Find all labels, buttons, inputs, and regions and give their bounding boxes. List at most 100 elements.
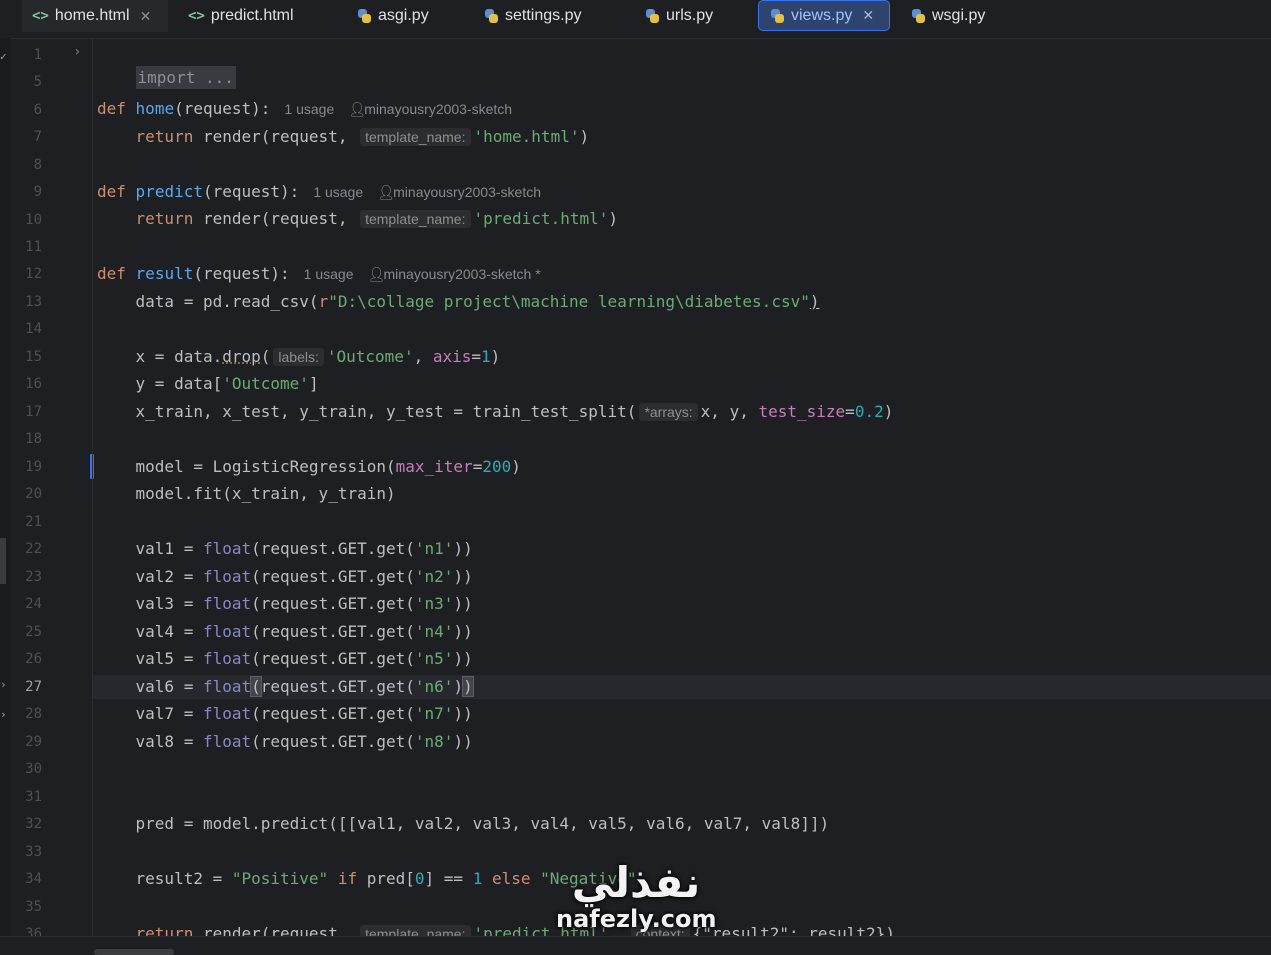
tab-label: wsgi.py	[932, 7, 986, 24]
line-number: 19	[25, 459, 42, 475]
keyword-argument: test_size	[758, 402, 846, 421]
string-literal: 'n5'	[414, 649, 454, 668]
string-literal: "Positive"	[231, 869, 329, 888]
close-icon[interactable]: ✕	[862, 7, 874, 24]
tab-settings-py[interactable]: settings.py	[473, 0, 623, 32]
line-number: 32	[25, 816, 42, 832]
code-text: (request):	[202, 182, 300, 201]
indent-guide	[92, 38, 93, 936]
line-number: 21	[25, 514, 42, 530]
folded-imports[interactable]: import ...	[135, 66, 236, 89]
python-file-icon	[356, 8, 372, 24]
line-number: 26	[25, 651, 42, 667]
code-line: val2 = float(request.GET.get('n2'))	[97, 565, 473, 589]
code-editor[interactable]: import ... def home(request): 1 usage 👤︎mi…	[93, 38, 1271, 943]
code-line: pred = model.predict([[val1, val2, val3,…	[97, 814, 830, 833]
usages-hint[interactable]: 1 usage	[304, 266, 354, 282]
scrollbar-thumb[interactable]	[94, 949, 174, 955]
code-text: model = LogisticRegression(	[97, 457, 396, 476]
number-literal: 1	[472, 869, 483, 888]
usages-hint[interactable]: 1 usage	[284, 101, 334, 117]
keyword: else	[482, 869, 541, 888]
code-text: pred[	[366, 869, 415, 888]
number-literal: 1	[481, 347, 491, 366]
code-line: import ...	[97, 42, 236, 89]
tab-wsgi-py[interactable]: wsgi.py	[900, 0, 1010, 32]
string-literal: 'Outcome'	[326, 347, 414, 366]
python-file-icon	[644, 8, 660, 24]
code-line: val1 = float(request.GET.get('n1'))	[97, 537, 473, 561]
code-text: ))	[453, 567, 473, 586]
editor-tab-bar: <> home.html ✕ <> predict.html asgi.py s…	[0, 0, 1271, 39]
code-text: (request.GET.get(	[251, 622, 415, 641]
person-icon: 👤︎	[367, 266, 386, 282]
keyword-argument: axis	[432, 347, 472, 366]
code-line: val8 = float(request.GET.get('n8'))	[97, 730, 473, 754]
line-number: 34	[25, 871, 42, 887]
code-text: ))	[453, 539, 473, 558]
code-line: x_train, x_test, y_train, y_test = train…	[97, 400, 893, 424]
code-text: =	[174, 649, 203, 668]
code-text: =	[174, 567, 203, 586]
tab-home-html[interactable]: <> home.html ✕	[22, 0, 168, 32]
code-text: (request.GET.get(	[251, 567, 415, 586]
line-number: 25	[25, 624, 42, 640]
string-literal: 'n8'	[414, 732, 454, 751]
chevron-right-icon: ›	[0, 678, 7, 691]
tab-urls-py[interactable]: urls.py	[634, 0, 744, 32]
string-literal: 'n2'	[414, 567, 454, 586]
code-text: data = pd.read_csv(	[97, 292, 319, 311]
variable: val6	[135, 677, 175, 696]
code-line: return render(request, template_name:'ho…	[97, 125, 589, 149]
scroll-marker	[0, 538, 6, 584]
function-name: predict	[135, 182, 203, 201]
code-text: ))	[453, 622, 473, 641]
code-text: (request):	[193, 264, 290, 283]
code-text: (request.GET.get(	[251, 594, 415, 613]
line-number: 30	[25, 761, 42, 777]
fold-expand-icon[interactable]: ›	[73, 44, 81, 60]
code-line: def home(request): 1 usage 👤︎minayousry200…	[97, 97, 512, 121]
line-number: 9	[33, 184, 42, 200]
number-literal: 200	[482, 457, 512, 476]
line-number: 15	[25, 349, 42, 365]
code-text: x_train, x_test, y_train, y_test = train…	[97, 402, 637, 421]
keyword: def	[97, 99, 126, 118]
person-icon: 👤︎	[348, 101, 367, 117]
usages-hint[interactable]: 1 usage	[313, 184, 363, 200]
string-literal: 'Outcome'	[222, 374, 309, 393]
function-name: result	[135, 264, 194, 283]
line-number: 18	[25, 431, 42, 447]
keyword: def	[97, 182, 126, 201]
variable: val1	[135, 539, 175, 558]
person-icon: 👤︎	[377, 184, 395, 200]
code-line: val7 = float(request.GET.get('n7'))	[97, 702, 473, 726]
tab-asgi-py[interactable]: asgi.py	[346, 0, 456, 32]
code-text: (request.GET.get(	[251, 704, 415, 723]
author-hint[interactable]: minayousry2003-sketch	[364, 101, 512, 117]
close-icon[interactable]: ✕	[140, 8, 152, 25]
code-text: ))	[453, 649, 473, 668]
code-text: result2 =	[97, 869, 232, 888]
author-hint[interactable]: minayousry2003-sketch	[393, 184, 541, 200]
tab-views-py[interactable]: views.py ✕	[758, 0, 890, 31]
code-text: )	[511, 457, 521, 476]
horizontal-scrollbar[interactable]	[0, 936, 1271, 955]
keyword: def	[97, 264, 126, 283]
code-text: ,	[413, 347, 433, 366]
code-text: ]	[308, 374, 319, 393]
code-text: )	[490, 347, 501, 366]
line-number: 20	[25, 486, 42, 502]
string-literal: 'n6'	[414, 677, 454, 696]
matched-bracket: )	[462, 676, 474, 697]
author-hint[interactable]: minayousry2003-sketch *	[384, 266, 541, 282]
line-number: 10	[25, 212, 42, 228]
builtin-function: float	[202, 539, 252, 558]
string-literal: 'n3'	[414, 594, 454, 613]
code-text: )	[809, 292, 820, 311]
html-file-icon: <>	[188, 8, 205, 24]
line-number: 23	[25, 569, 42, 585]
code-line: def result(request): 1 usage 👤︎minayousry2…	[97, 262, 541, 286]
tab-predict-html[interactable]: <> predict.html	[178, 0, 328, 32]
